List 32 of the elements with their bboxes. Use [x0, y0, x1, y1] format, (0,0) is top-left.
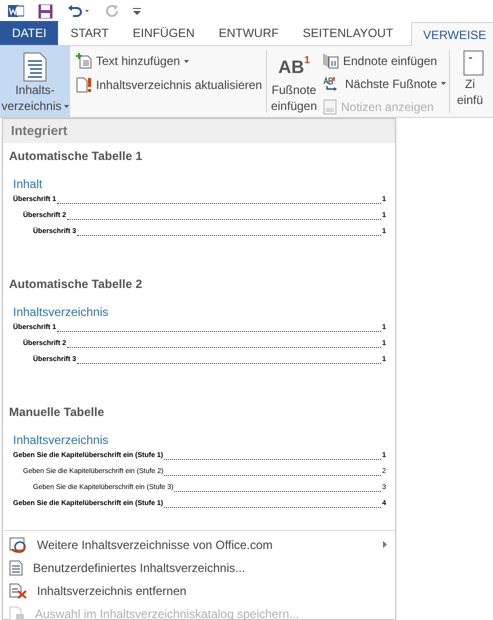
ribbon-tab[interactable]: VERWEISE [411, 22, 493, 46]
submenu-arrow-icon [383, 541, 387, 548]
ribbon-tab[interactable]: EINFÜGEN [120, 21, 207, 45]
ribbon-button[interactable]: Nächste Fußnote [321, 73, 449, 94]
ribbon-tab[interactable]: SEITENLAYOUT [290, 21, 406, 45]
citation-button[interactable]: Zi einfü [450, 46, 490, 117]
undo-icon[interactable] [67, 4, 91, 18]
ribbon-tab[interactable]: START [58, 21, 121, 45]
add-text-icon [76, 53, 92, 69]
menu-item[interactable]: Benutzerdefiniertes Inhaltsverzeichnis... [3, 556, 395, 579]
save-icon[interactable] [38, 4, 53, 18]
menu-item[interactable]: Weitere Inhaltsverzeichnisse von Office.com [3, 533, 395, 556]
globe-document-icon [9, 536, 27, 552]
caret-icon [64, 104, 69, 108]
endnote-icon [323, 52, 339, 68]
menu-item[interactable]: Inhaltsverzeichnis entfernen [3, 579, 395, 602]
customize-toolbar-icon[interactable] [133, 7, 141, 15]
file-tab[interactable]: DATEI [0, 21, 58, 45]
notes-icon [323, 98, 337, 114]
update-document-icon [76, 77, 92, 93]
word-logo-icon[interactable] [8, 3, 24, 19]
ribbon-button[interactable]: Text hinzufügen [74, 50, 266, 72]
ribbon-button[interactable]: Endnote einfügen [321, 50, 449, 71]
remove-document-icon [9, 582, 27, 598]
gallery-header: Integriert [3, 119, 395, 143]
caret-icon [441, 82, 446, 85]
document-list-icon [23, 52, 47, 82]
ribbon-tab[interactable]: ENTWURF [206, 21, 291, 45]
toc-button[interactable]: Inhalts- verzeichnis [0, 46, 70, 117]
document-list-icon [9, 560, 23, 576]
ribbon-button[interactable]: Inhaltsverzeichnis aktualisieren [74, 74, 266, 96]
caret-icon [184, 60, 190, 62]
